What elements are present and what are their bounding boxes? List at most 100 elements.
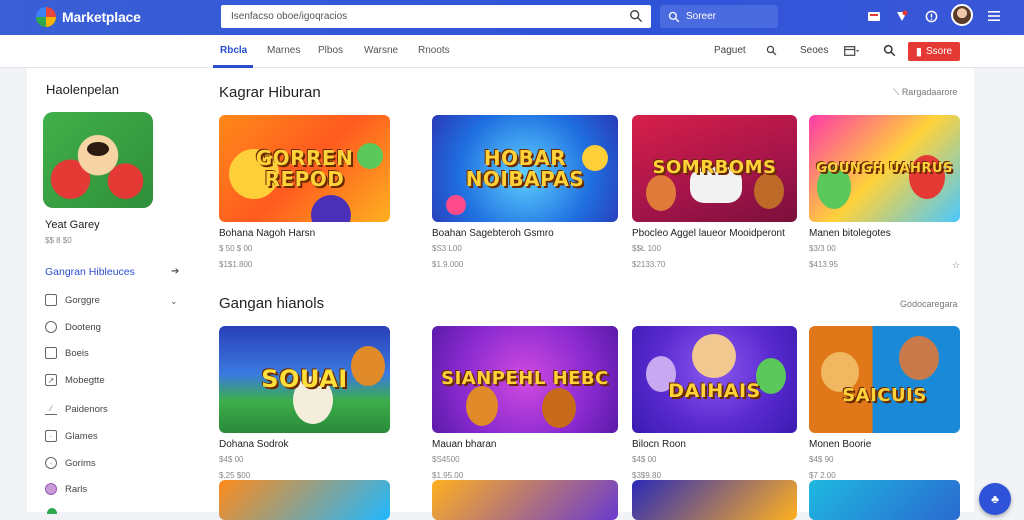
sidebar-item-5[interactable]: ∕ Paidenors [45,402,108,416]
sidebar-item-label: Gorims [65,457,96,469]
game-thumbnail[interactable]: SAICUIS [809,326,960,433]
subbar-link-1[interactable]: Paguet [714,45,746,56]
game-price: $ 50 $ 00 [219,244,253,253]
game-title[interactable]: Dohana Sodrok [219,439,289,450]
sidebar-item-1[interactable]: Gorggre [45,293,100,307]
sidebar-item-label: Rarls [65,483,88,495]
game-title[interactable]: Mauan bharan [432,439,497,450]
search-icon[interactable] [883,44,896,57]
secondary-search-label: Soreer [686,11,717,22]
game-meta: $.25 $00 [219,471,251,480]
profile-name[interactable]: Yeat Garey [45,219,100,231]
chevron-down-icon[interactable]: ⌄ [170,296,178,307]
search-icon[interactable] [766,45,777,56]
game-title[interactable]: Bilocn Roon [632,439,686,450]
shield-icon [45,483,57,495]
subbar-link-2[interactable]: Seoes [800,45,828,56]
sidebar-item-3[interactable]: Boeis [45,346,89,360]
game-meta: $1.95.00 [432,471,464,480]
section-arrow-icon[interactable]: ➔ [171,266,179,277]
circle-info-icon [45,321,57,333]
game-title[interactable]: Manen bitolegotes [809,228,891,239]
join-button[interactable]: ▮ Ssore [908,42,960,61]
game-thumbnail[interactable]: SOMRBOMS [632,115,797,222]
inbox-icon [45,347,57,359]
game-price: $4$ 90 [809,455,834,464]
edit-icon: ∕ [45,403,57,415]
game-thumbnail[interactable]: GOUNGH UAHRUS [809,115,960,222]
section-title: Gangan hianols [219,295,325,312]
section-see-all-link[interactable]: Godocaregara [900,299,958,309]
sidebar-item-7[interactable]: · Gorims [45,456,96,470]
game-thumbnail[interactable] [809,480,960,520]
sidebar-item-6[interactable]: · Glames [45,429,98,443]
calendar-icon[interactable] [844,46,859,56]
game-art-title: GOUNGH UAHRUS [816,160,953,176]
search-placeholder: Isenfacso oboe/igoqracios [231,11,348,22]
game-thumbnail[interactable] [432,480,618,520]
square-icon [45,294,57,306]
main-content: Kagrar Hiburan ⟍ Rargadaarore GORREN REP… [197,68,974,520]
game-thumbnail[interactable] [219,480,390,520]
game-meta: $1$1.800 [219,260,253,269]
game-art-title: SOMRBOMS [652,157,777,179]
game-art-title: GORREN REPOD [255,145,354,191]
app-logo[interactable]: Marketplace [36,7,141,27]
menu-icon[interactable] [986,8,1002,24]
game-price: $S3 L00 [432,244,462,253]
tab-4[interactable]: Warsne [364,45,398,56]
profile-subtitle: $$ 8 $0 [45,236,72,245]
game-thumbnail[interactable]: HOBAR NOIBAPAS [432,115,618,222]
favorite-icon[interactable]: ☆ [952,260,960,271]
section-see-all-link[interactable]: ⟍ Rargadaarore [893,87,957,98]
game-title[interactable]: Boahan Sagebteroh Gsmro [432,228,554,239]
game-thumbnail[interactable] [632,480,797,520]
game-art-title: SAICUIS [842,385,927,407]
game-meta: $7 2.00 [809,471,836,480]
game-thumbnail[interactable]: DAIHAIS [632,326,797,433]
tab-2[interactable]: Marnes [267,45,300,56]
category-nav: Rbcla Marnes Plbos Warsne Rnoots Paguet … [0,35,1024,68]
sidebar-item-label: Paidenors [65,403,108,415]
game-art-title: DAIHAIS [668,379,761,402]
game-art-title: SOUAI [261,364,348,393]
notification-icon[interactable] [894,8,910,24]
see-all-label: Rargadaarore [901,87,958,97]
tab-3[interactable]: Plbos [318,45,343,56]
logo-icon [36,7,56,27]
sidebar-item-label: Dooteng [65,321,101,333]
search-icon[interactable] [629,9,643,23]
sidebar-section-heading[interactable]: Gangran Hibleuces [45,266,135,278]
right-gutter [974,68,1024,512]
sidebar-item-4[interactable]: ↗ Mobegtte [45,373,105,387]
tab-1[interactable]: Rbcla [220,45,247,56]
help-icon[interactable] [923,8,939,24]
game-title[interactable]: Monen Boorie [809,439,871,450]
search-icon [668,11,680,22]
profile-artwork[interactable] [43,112,153,208]
game-thumbnail[interactable]: GORREN REPOD [219,115,390,222]
sidebar-item-2[interactable]: Dooteng [45,320,101,334]
game-art-title: HOBAR NOIBAPAS [465,145,585,191]
search-input[interactable]: Isenfacso oboe/igoqracios [221,5,651,28]
game-title[interactable]: Pbocleo Aggel laueor Mooidperont [632,228,785,239]
sidebar-item-label: Boeis [65,347,89,359]
tab-5[interactable]: Rnoots [418,45,450,56]
sidebar-item-8[interactable]: Rarls [45,482,87,496]
plus-icon: ▮ [915,46,922,58]
game-price: $3/3 00 [809,244,836,253]
sidebar-item-9-icon[interactable] [47,508,57,514]
top-bar: Marketplace Isenfacso oboe/igoqracios So… [0,0,1024,35]
game-price: $4$ 00 [219,455,244,464]
secondary-search-button[interactable]: Soreer [660,5,778,28]
game-thumbnail[interactable]: SIANPEHL HEBC [432,326,618,433]
game-meta: $3$9.80 [632,471,661,480]
game-price: $$Ł 100 [632,244,661,253]
game-thumbnail[interactable]: SOUAI [219,326,390,433]
game-title[interactable]: Bohana Nagoh Harsn [219,228,315,239]
avatar[interactable] [951,4,973,26]
floating-action-button[interactable]: ♣ [979,483,1011,515]
cart-icon[interactable] [866,8,882,24]
box-icon: · [45,430,57,442]
game-meta: $413.95 [809,260,838,269]
